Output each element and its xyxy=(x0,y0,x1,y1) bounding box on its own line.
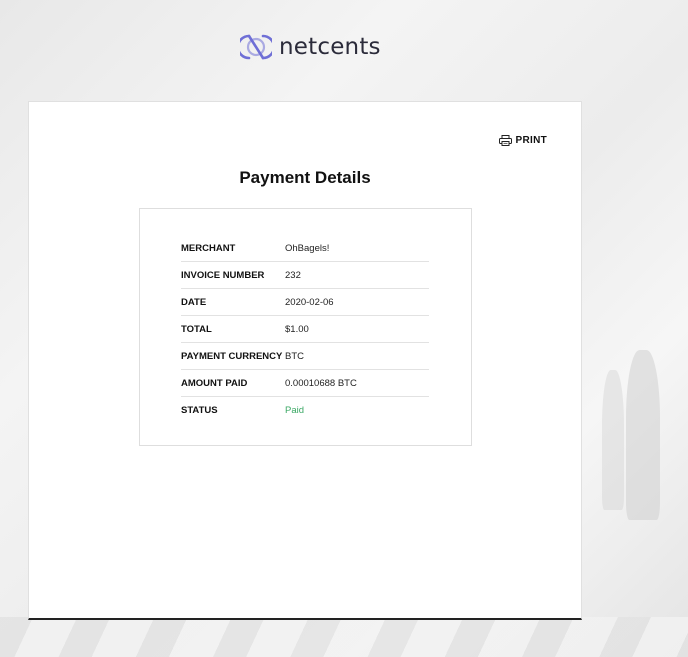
print-button[interactable]: PRINT xyxy=(498,135,548,146)
detail-label: AMOUNT PAID xyxy=(181,377,248,389)
details-panel: MERCHANT OhBagels! INVOICE NUMBER 232 DA… xyxy=(139,208,472,446)
invoice-number-value: 232 xyxy=(285,269,301,281)
detail-row-invoice-number: INVOICE NUMBER 232 xyxy=(181,262,429,289)
brand-header: netcents xyxy=(236,32,381,62)
detail-label: STATUS xyxy=(181,404,218,416)
printer-icon xyxy=(498,135,512,146)
detail-label: DATE xyxy=(181,296,207,308)
detail-row-payment-currency: PAYMENT CURRENCY BTC xyxy=(181,343,429,370)
merchant-value: OhBagels! xyxy=(285,242,330,254)
detail-label: PAYMENT CURRENCY xyxy=(181,350,283,362)
detail-row-merchant: MERCHANT OhBagels! xyxy=(181,235,429,262)
total-value: $1.00 xyxy=(285,323,309,335)
background-figure xyxy=(602,370,624,510)
detail-row-date: DATE 2020-02-06 xyxy=(181,289,429,316)
payment-currency-value: BTC xyxy=(285,350,304,362)
date-value: 2020-02-06 xyxy=(285,296,334,308)
detail-label: INVOICE NUMBER xyxy=(181,269,265,281)
amount-paid-value: 0.00010688 BTC xyxy=(285,377,357,389)
print-label: PRINT xyxy=(515,135,547,146)
page-title: Payment Details xyxy=(239,168,371,187)
detail-row-status: STATUS Paid xyxy=(181,397,429,423)
detail-row-amount-paid: AMOUNT PAID 0.00010688 BTC xyxy=(181,370,429,397)
netcents-logo-icon xyxy=(236,32,276,62)
background-figure xyxy=(626,350,660,520)
detail-label: MERCHANT xyxy=(181,242,236,254)
detail-label: TOTAL xyxy=(181,323,212,335)
brand-name: netcents xyxy=(279,34,381,60)
details-list: MERCHANT OhBagels! INVOICE NUMBER 232 DA… xyxy=(181,235,429,423)
status-badge: Paid xyxy=(285,404,305,416)
detail-row-total: TOTAL $1.00 xyxy=(181,316,429,343)
payment-details-card: PRINT Payment Details MERCHANT OhBagels!… xyxy=(28,101,582,620)
background-crosswalk xyxy=(0,617,688,657)
